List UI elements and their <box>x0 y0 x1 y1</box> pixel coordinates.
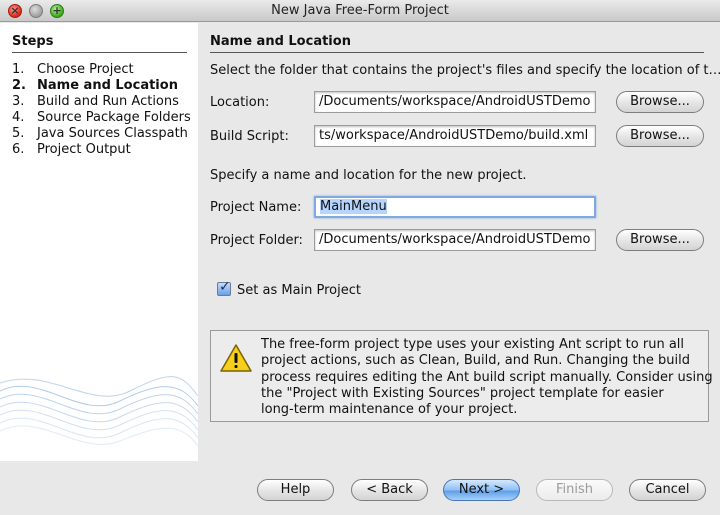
cancel-button[interactable]: Cancel <box>629 479 706 501</box>
step-number: 6. <box>12 142 25 157</box>
project-name-value: MainMenu <box>320 199 387 214</box>
project-folder-browse-button[interactable]: Browse... <box>616 229 704 251</box>
step-label: Build and Run Actions <box>37 94 179 109</box>
checkmark-icon: ✓ <box>219 279 231 295</box>
location-label: Location: <box>210 95 270 110</box>
step-item: 5. Java Sources Classpath <box>12 126 191 142</box>
warning-icon <box>220 344 252 372</box>
step-number: 5. <box>12 126 25 141</box>
step-item: 4. Source Package Folders <box>12 110 191 126</box>
project-name-field[interactable]: MainMenu <box>314 196 596 218</box>
step-item: 1. Choose Project <box>12 62 191 78</box>
step-number: 3. <box>12 94 25 109</box>
step-number: 1. <box>12 62 25 77</box>
next-button[interactable]: Next > <box>443 479 520 501</box>
build-script-browse-button[interactable]: Browse... <box>616 125 704 147</box>
warning-line: the "Project with Existing Sources" proj… <box>261 385 664 401</box>
step-label: Source Package Folders <box>37 110 191 125</box>
step-number: 2. <box>12 78 26 93</box>
zoom-window-button[interactable]: + <box>50 4 64 18</box>
close-icon: × <box>10 4 20 17</box>
window-title: New Java Free-Form Project <box>271 3 449 18</box>
steps-panel: Steps 1. Choose Project 2. Name and Locati… <box>0 23 198 461</box>
steps-heading: Steps <box>12 34 187 53</box>
location-browse-button[interactable]: Browse... <box>616 91 704 113</box>
step-label: Choose Project <box>37 62 134 77</box>
warning-text: The free-form project type uses your exi… <box>261 337 713 418</box>
intro-text: Select the folder that contains the proj… <box>210 63 720 78</box>
step-item: 6. Project Output <box>12 142 191 158</box>
steps-list: 1. Choose Project 2. Name and Location 3. B… <box>12 62 191 158</box>
decorative-waves-image <box>0 376 198 447</box>
back-button[interactable]: < Back <box>351 479 428 501</box>
build-script-field[interactable]: ts/workspace/AndroidUSTDemo/build.xml <box>314 125 596 147</box>
warning-line: The free-form project type uses your exi… <box>261 337 685 352</box>
build-script-label: Build Script: <box>210 129 289 144</box>
step-label: Name and Location <box>37 78 178 93</box>
step-item-current: 2. Name and Location <box>12 78 191 94</box>
project-folder-field[interactable]: /Documents/workspace/AndroidUSTDemo <box>314 229 596 251</box>
finish-button[interactable]: Finish <box>536 479 613 501</box>
step-number: 4. <box>12 110 25 125</box>
minimize-window-button[interactable] <box>29 4 43 18</box>
step-label: Project Output <box>37 142 131 157</box>
button-bar: Help < Back Next > Finish Cancel <box>0 461 720 515</box>
section-title: Name and Location <box>210 34 704 53</box>
warning-line: process requires editing the Ant build s… <box>261 369 713 385</box>
project-folder-label: Project Folder: <box>210 233 303 248</box>
warning-line: long-term maintenance of your project. <box>261 402 518 418</box>
warning-line: project actions, such as Clean, Build, a… <box>261 353 690 369</box>
location-field[interactable]: /Documents/workspace/AndroidUSTDemo <box>314 91 596 113</box>
name-intro-text: Specify a name and location for the new … <box>210 168 527 183</box>
help-button[interactable]: Help <box>257 479 334 501</box>
project-name-label: Project Name: <box>210 200 302 215</box>
main-project-checkbox[interactable]: ✓ <box>217 279 231 296</box>
plus-icon: + <box>52 4 62 17</box>
step-label: Java Sources Classpath <box>37 126 188 141</box>
window-titlebar: × + New Java Free-Form Project <box>0 0 720 22</box>
warning-message-box: The free-form project type uses your exi… <box>210 330 713 422</box>
close-window-button[interactable]: × <box>8 4 22 18</box>
main-project-label: Set as Main Project <box>237 283 361 298</box>
step-item: 3. Build and Run Actions <box>12 94 191 110</box>
